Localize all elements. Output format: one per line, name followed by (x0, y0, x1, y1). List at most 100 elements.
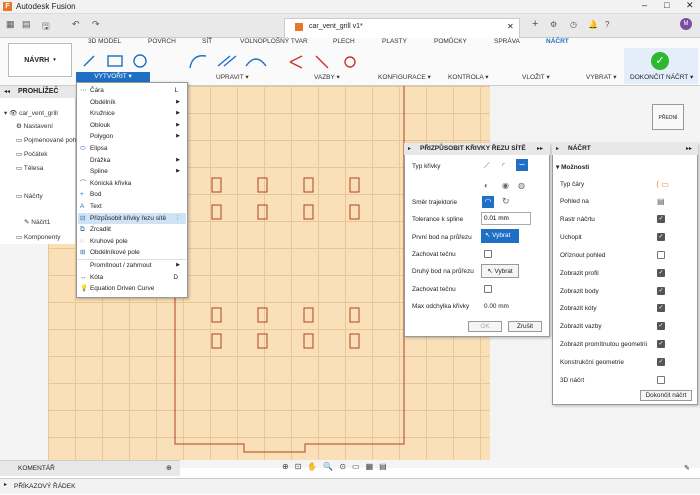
palette-checkbox[interactable]: ✓ (657, 232, 665, 241)
maximize-icon[interactable]: □ (664, 0, 669, 10)
close-window-icon[interactable]: ✕ (686, 0, 694, 11)
pan-icon[interactable]: ✋ (307, 462, 317, 474)
keep-tangent1-checkbox[interactable] (484, 250, 492, 258)
palette-checkbox[interactable]: ✓ (657, 214, 665, 223)
undo-icon[interactable]: ↶ (72, 19, 80, 30)
cancel-button[interactable]: Zrušit (508, 321, 542, 332)
palette-checkbox[interactable] (657, 376, 665, 384)
menu-item-1[interactable]: Obdélník ▶ (78, 97, 186, 109)
clock-icon[interactable]: ◷ (570, 20, 577, 29)
tab-sheet-metal[interactable]: PLECH (333, 38, 355, 45)
tolerance-input[interactable] (481, 212, 531, 225)
insert-menu-button[interactable]: VLOŽIT ▾ (522, 73, 550, 81)
menu-item-12[interactable]: ⧉ Zrcadlit (78, 224, 186, 236)
palette-checkbox[interactable]: ✓ (657, 340, 665, 349)
command-line-bar[interactable]: PŘÍKAZOVÝ ŘÁDEK (0, 478, 700, 494)
select-menu-button[interactable]: VYBRAT ▾ (586, 73, 616, 81)
tab-mesh[interactable]: SÍŤ (202, 38, 212, 45)
palette-options-icon[interactable]: ▸▸ (686, 145, 692, 152)
finish-sketch-palette-button[interactable]: Dokončit náčrt (640, 390, 692, 401)
constraints-menu-button[interactable]: VAZBY ▾ (314, 73, 340, 81)
tab-surface[interactable]: POVRCH (148, 38, 176, 45)
fit-icon[interactable]: ⊙ (339, 462, 346, 474)
minimize-icon[interactable]: – (642, 0, 647, 10)
add-comment-icon[interactable]: ⊕ (166, 464, 172, 472)
close-tab-icon[interactable]: ✕ (507, 22, 514, 31)
menu-item-8[interactable]: ⌒ Kónická křivka (78, 178, 186, 190)
create-menu-button[interactable]: VYTVOŘIT ▾ (76, 72, 150, 82)
menu-item-14[interactable]: ⊞ Obdélníkové pole (78, 247, 186, 259)
tree-item-components[interactable]: ▭ Komponenty (16, 233, 60, 241)
display-settings-icon[interactable]: ▭ (352, 462, 360, 474)
chat-icon[interactable]: ✎ (684, 464, 690, 472)
tab-plastics[interactable]: PLASTY (382, 38, 407, 45)
tab-sketch[interactable]: NÁČRT (546, 38, 569, 45)
curve-type-circle1-icon[interactable]: ◐ (484, 181, 489, 190)
tab-manage[interactable]: SPRÁVA (494, 38, 520, 45)
file-icon[interactable]: ▤ (22, 19, 31, 30)
menu-item-6[interactable]: Drážka ▶ (78, 155, 186, 167)
tab-3d-model[interactable]: 3D MODEL (88, 38, 121, 45)
palette-checkbox[interactable]: ✓ (657, 268, 665, 277)
orbit-icon[interactable]: ⊕ (282, 462, 289, 474)
extensions-icon[interactable]: ⚙ (550, 20, 557, 29)
curve-type-arc-icon[interactable]: ◜ (502, 161, 505, 170)
look-at-icon[interactable]: ⊡ (295, 462, 302, 474)
finish-sketch-button[interactable]: ✓ DOKONČIT NÁČRT ▾ (624, 48, 698, 84)
menu-item-2[interactable]: Kružnice ▶ (78, 108, 186, 120)
menu-item-17[interactable]: 💡 Equation Driven Curve (78, 283, 186, 295)
tree-item-sketch1[interactable]: ✎ Náčrt1 (24, 218, 50, 226)
tab-utilities[interactable]: POMŮCKY (434, 38, 467, 45)
save-icon[interactable]: 🖫 (42, 19, 50, 35)
direction-forward-icon[interactable]: ◠ (482, 196, 494, 208)
keep-tangent2-checkbox[interactable] (484, 285, 492, 293)
comments-bar[interactable]: KOMENTÁŘ (0, 460, 180, 476)
curve-type-ellipse-icon[interactable]: ◍ (518, 181, 525, 190)
view-cube[interactable]: PŘEDNÍ (652, 104, 684, 130)
direction-reverse-icon[interactable]: ↻ (502, 196, 510, 207)
look-at-icon[interactable]: ▤ (657, 197, 665, 206)
tree-item-settings[interactable]: ⚙ Nastavení (16, 122, 53, 130)
ok-button[interactable]: OK (468, 321, 502, 332)
notification-icon[interactable]: 🔔 (588, 20, 598, 29)
menu-item-0[interactable]: ⋯ Čára L (78, 85, 186, 97)
first-point-select-button[interactable]: ↖ Vybrat (481, 229, 519, 243)
menu-item-3[interactable]: Oblouk ▶ (78, 120, 186, 132)
curve-type-spline-icon[interactable]: ∽ (516, 159, 528, 171)
curve-type-circle2-icon[interactable]: ◉ (502, 181, 509, 190)
dialog-options-icon[interactable]: ▸▸ (537, 145, 543, 152)
workspace-switcher[interactable]: NÁVRH ▾ (8, 43, 72, 77)
menu-item-9[interactable]: + Bod (78, 189, 186, 201)
modify-menu-button[interactable]: UPRAVIT ▾ (216, 73, 249, 81)
tree-item-sketches[interactable]: ▭ Náčrty (16, 192, 43, 200)
collapse-dialog-icon[interactable]: ▸ (408, 145, 411, 152)
zoom-icon[interactable]: 🔍 (323, 462, 333, 474)
viewports-icon[interactable]: ▤ (379, 462, 387, 474)
collapse-palette-icon[interactable]: ▸ (556, 145, 559, 152)
palette-checkbox[interactable]: ✓ (657, 304, 665, 313)
tree-item-origin[interactable]: ▭ Počátek (16, 150, 47, 158)
menu-item-7[interactable]: Spline ▶ (78, 166, 186, 178)
menu-item-4[interactable]: Polygon ▶ (78, 131, 186, 143)
menu-item-15[interactable]: Promítnout / zahrnout ▶ (78, 260, 186, 272)
curve-type-line-icon[interactable]: ⟋ (484, 161, 490, 171)
redo-icon[interactable]: ↷ (92, 19, 100, 30)
configure-menu-button[interactable]: KONFIGURACE ▾ (378, 73, 431, 81)
palette-checkbox[interactable]: ✓ (657, 358, 665, 367)
expand-command-icon[interactable]: ▸ (4, 481, 7, 488)
grid-menu-icon[interactable]: ▦ (6, 19, 15, 30)
palette-checkbox[interactable]: ✓ (657, 286, 665, 295)
inspect-menu-button[interactable]: KONTROLA ▾ (448, 73, 488, 81)
avatar[interactable]: M (680, 18, 692, 30)
menu-item-11[interactable]: ⊟ Přizpůsobit křivky řezu sítě ⋮ (78, 212, 186, 225)
options-section[interactable]: ▾ Možnosti (556, 163, 589, 171)
menu-item-16[interactable]: ↔ Kóta D (78, 272, 186, 284)
menu-item-5[interactable]: ⬭ Elipsa (78, 143, 186, 155)
line-type-icon[interactable]: ⟨ ▭ (656, 180, 669, 189)
tab-form[interactable]: VOLNOPLOŠNÝ TVAR (240, 38, 308, 45)
second-point-select-button[interactable]: ↖ Vybrat (481, 264, 519, 278)
palette-checkbox[interactable] (657, 250, 665, 259)
document-tab[interactable]: car_vent_grill v1* ✕ (284, 18, 520, 38)
menu-item-10[interactable]: A Text (78, 201, 186, 213)
grid-settings-icon[interactable]: ▦ (366, 462, 374, 474)
